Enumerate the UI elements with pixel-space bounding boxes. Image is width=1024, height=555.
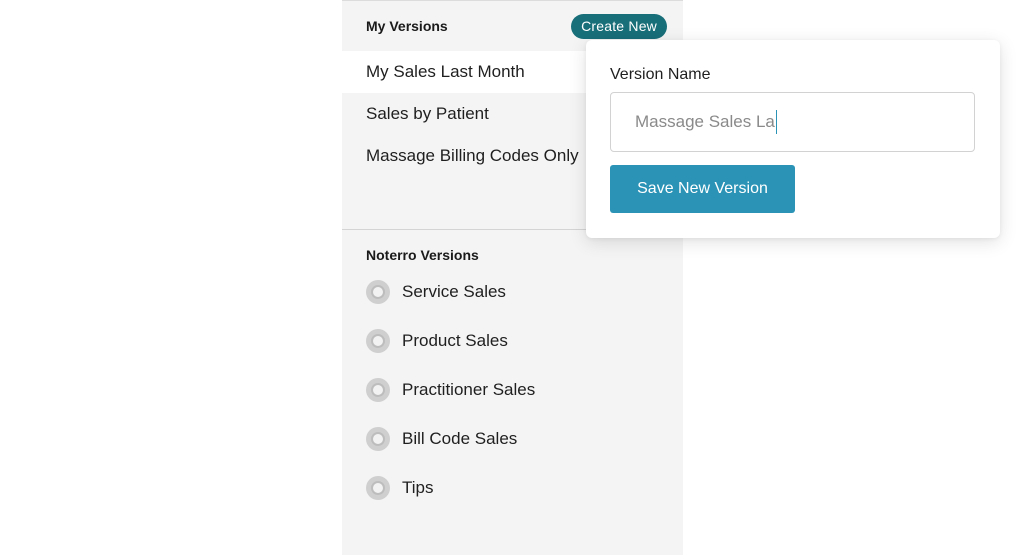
noterro-item-tips[interactable]: Tips [342, 463, 683, 512]
new-version-popover: Version Name Massage Sales La Save New V… [586, 40, 1000, 238]
report-icon [366, 377, 390, 402]
version-item-label: Massage Billing Codes Only [366, 146, 579, 165]
noterro-item-label: Tips [402, 477, 434, 497]
version-name-input[interactable]: Massage Sales La [610, 92, 975, 152]
noterro-item-label: Bill Code Sales [402, 428, 518, 448]
version-name-label: Version Name [610, 66, 711, 83]
noterro-versions-list: Service Sales Product Sales Practitioner… [342, 267, 683, 512]
noterro-item-label: Practitioner Sales [402, 379, 536, 399]
version-name-value: Massage Sales La [635, 112, 775, 131]
noterro-item-label: Product Sales [402, 330, 508, 350]
noterro-item-practitioner-sales[interactable]: Practitioner Sales [342, 365, 683, 414]
noterro-item-service-sales[interactable]: Service Sales [342, 267, 683, 316]
noterro-item-product-sales[interactable]: Product Sales [342, 316, 683, 365]
create-new-button[interactable]: Create New [571, 13, 667, 39]
report-icon [366, 426, 390, 451]
report-icon [366, 279, 390, 304]
version-item-label: My Sales Last Month [366, 62, 525, 81]
noterro-item-label: Service Sales [402, 281, 506, 301]
noterro-item-bill-code-sales[interactable]: Bill Code Sales [342, 414, 683, 463]
report-icon [366, 328, 390, 353]
text-caret [775, 110, 777, 134]
save-new-version-button[interactable]: Save New Version [610, 165, 795, 213]
report-icon [366, 475, 390, 500]
version-item-label: Sales by Patient [366, 104, 489, 123]
noterro-versions-title: Noterro Versions [366, 247, 479, 263]
my-versions-title: My Versions [366, 18, 448, 34]
noterro-versions-header: Noterro Versions [342, 241, 683, 269]
